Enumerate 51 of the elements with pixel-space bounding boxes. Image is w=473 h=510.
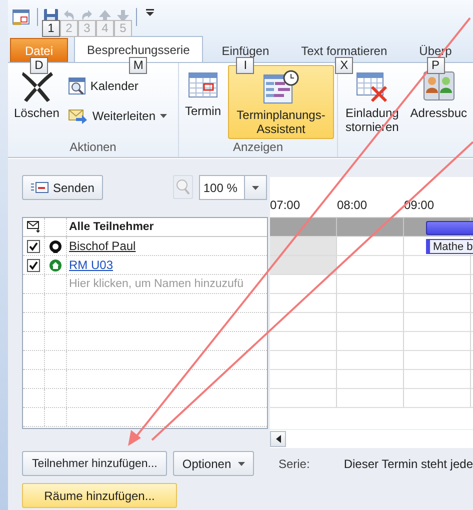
left-arrow-icon [276,435,280,443]
calendar-search-icon [68,77,86,95]
keytip: D [30,57,48,74]
address-book-icon [422,69,456,103]
envelope-icon [31,182,49,194]
attendee-name[interactable]: RM U03 [69,258,114,272]
envelope-arrow-icon [68,107,88,125]
keytip: 2 [60,20,78,37]
column-header[interactable]: Alle Teilnehmer [69,221,154,233]
scroll-left-button[interactable] [270,431,286,447]
ribbon-tab[interactable]: Besprechungsserie [74,36,203,62]
room-icon [49,258,62,272]
hour-label: 09:00 [404,198,434,212]
keytip: 1 [42,20,60,37]
hour-label: 07:00 [270,198,300,212]
keytip: I [236,57,254,74]
customize-icon[interactable] [146,8,154,16]
send-button[interactable]: Senden [22,175,104,200]
group-label: Aktionen [70,140,116,154]
ribbon-button[interactable]: Kalender [66,75,169,97]
options-button[interactable]: Optionen [173,451,254,476]
busy-bar [426,221,473,235]
dropdown-button[interactable] [245,175,268,200]
ribbon-button[interactable]: Terminplanungs-Assistent [228,65,334,139]
keytip: P [426,57,445,74]
ribbon-button[interactable]: Termin [182,65,224,139]
zoom-field[interactable]: 100 % [199,175,246,200]
calendar-icon[interactable] [12,8,30,26]
attendee-icon [49,240,62,252]
attendee-name[interactable]: Bischof Paul [69,239,136,253]
group-label: Anzeigen [232,140,284,154]
checkbox[interactable] [27,258,40,272]
series-text: Dieser Termin steht jede [344,456,473,470]
caret-icon [238,462,246,466]
ribbon-button[interactable]: Weiterleiten [66,105,169,127]
scheduler-icon [262,69,300,105]
keytip: 4 [96,20,114,37]
add-attendees-button[interactable]: Teilnehmer hinzufügen... [22,451,168,476]
event-block[interactable]: Mathe b [426,239,473,254]
keytip: X [335,57,354,74]
envelope-sort-icon [26,221,40,233]
hour-label: 08:00 [337,198,368,212]
add-rooms-button[interactable]: Räume hinzufügen... [22,483,177,508]
series-label: Serie: [278,456,310,470]
keytip: 3 [78,20,96,37]
keytip: M [129,57,148,74]
checkbox[interactable] [27,240,40,252]
caret-icon [252,186,260,190]
delete-icon [20,69,54,103]
keytip: 5 [114,20,132,37]
caret-icon [160,114,167,118]
